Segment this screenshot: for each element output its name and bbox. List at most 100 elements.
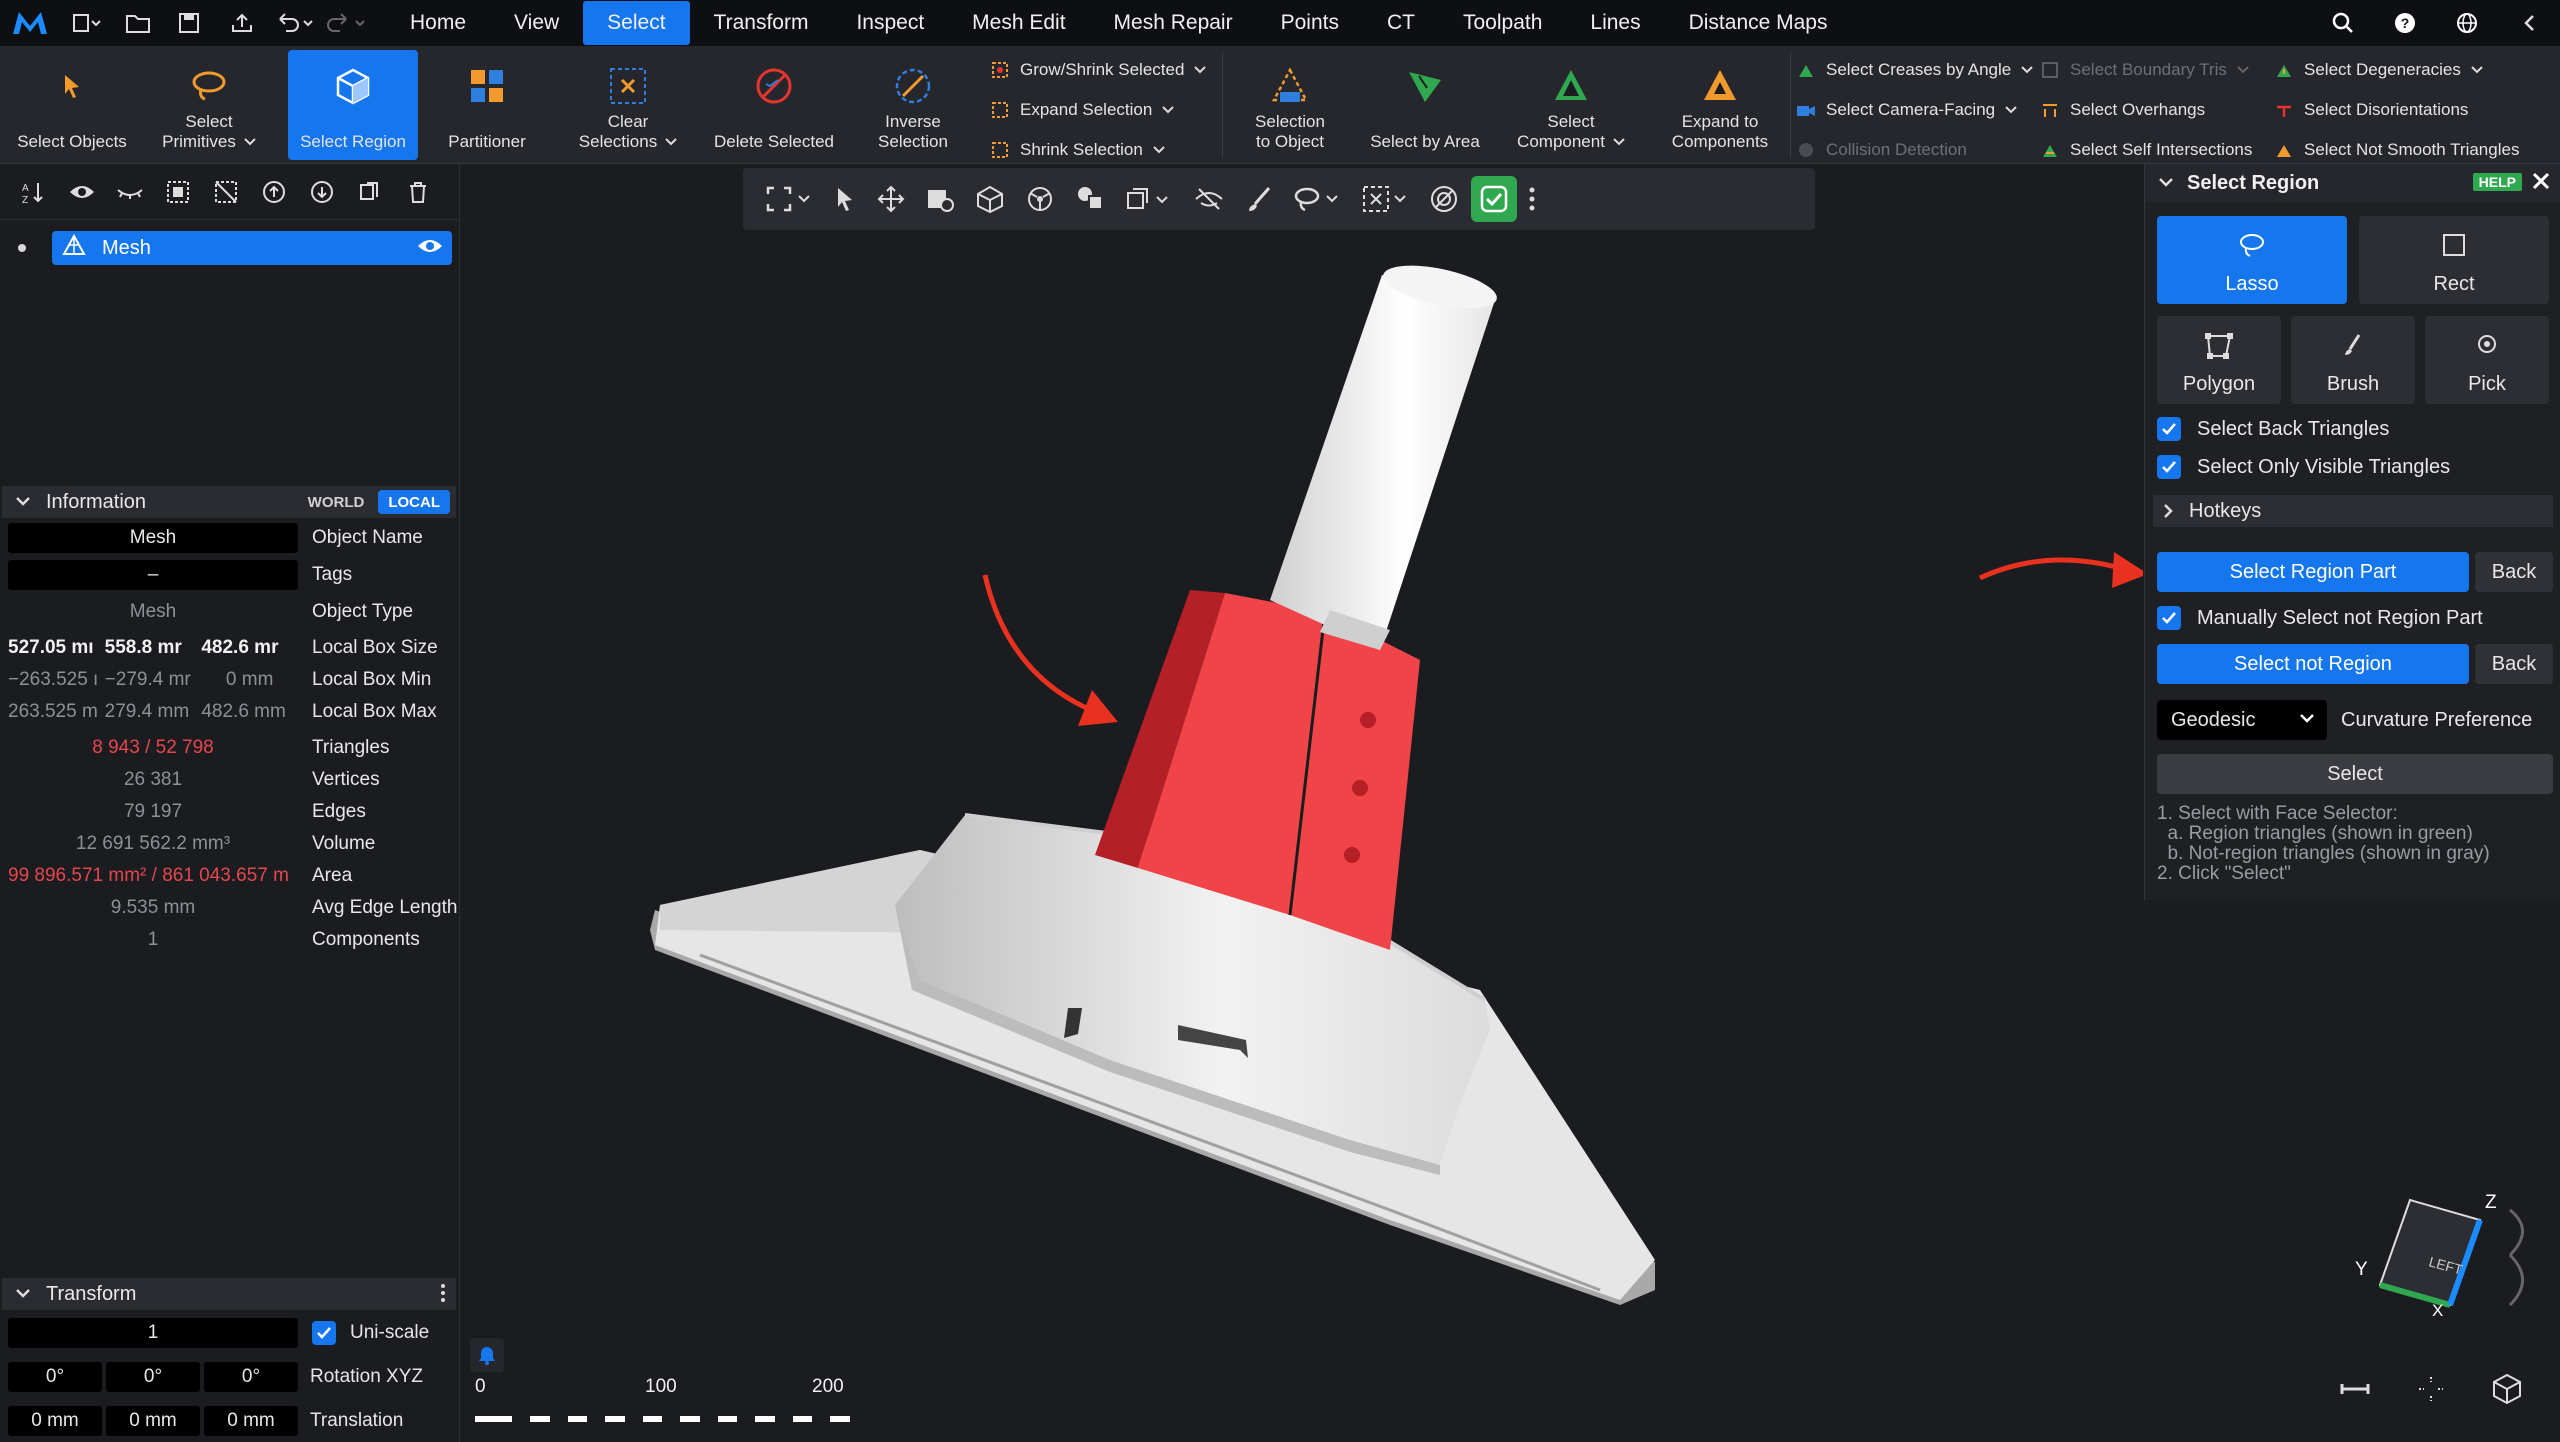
rotation-y-field[interactable]: 0° [106,1362,200,1392]
select-region-part-button[interactable]: Select Region Part [2157,552,2469,592]
select-not-smooth-button[interactable]: Select Not Smooth Triangles [2274,132,2519,168]
close-icon[interactable] [2530,170,2552,198]
select-all-icon[interactable] [156,170,200,214]
select-primitives-button[interactable]: Select Primitives [142,50,276,160]
view-cube-icon[interactable] [2490,1372,2524,1411]
help-button[interactable]: HELP [2472,173,2522,191]
menu-distance-maps[interactable]: Distance Maps [1665,0,1852,46]
selection-to-object-button[interactable]: Selection to Object [1232,50,1348,160]
inverse-selection-button[interactable]: Inverse Selection [852,50,974,160]
expand-selection-button[interactable]: Expand Selection [990,92,1175,128]
clear-selections-button[interactable]: Clear Selections [562,50,694,160]
tags-field[interactable]: – [8,560,298,590]
menu-select[interactable]: Select [583,1,690,45]
duplicate-icon[interactable] [348,170,392,214]
transform-header[interactable]: Transform [2,1278,456,1310]
select-boundary-tris-button[interactable]: Select Boundary Tris [2040,52,2249,88]
chevron-down-icon[interactable] [2159,177,2173,189]
hotkeys-section[interactable]: Hotkeys [2153,495,2553,527]
menu-mesh-edit[interactable]: Mesh Edit [948,0,1089,46]
select-component-button[interactable]: Select Component [1500,50,1642,160]
3d-viewport[interactable] [461,164,2143,1442]
shrink-selection-button[interactable]: Shrink Selection [990,132,1165,168]
select-creases-button[interactable]: Select Creases by Angle [1796,52,2033,88]
select-overhangs-button[interactable]: Select Overhangs [2040,92,2205,128]
mesh-model[interactable] [461,164,2143,1442]
pick-mode-button[interactable]: Pick [2425,316,2549,404]
scale-field[interactable]: 1 [8,1318,298,1348]
undo-icon[interactable] [268,0,320,46]
visible-only-option[interactable]: Select Only Visible Triangles [2157,450,2450,484]
menu-home[interactable]: Home [386,0,490,46]
manual-not-region-checkbox[interactable] [2157,606,2181,630]
delete-selected-button[interactable]: Delete Selected [704,50,844,160]
select-camera-facing-button[interactable]: Select Camera-Facing [1796,92,2017,128]
translation-x-field[interactable]: 0 mm [8,1406,102,1436]
translation-z-field[interactable]: 0 mm [204,1406,298,1436]
trash-icon[interactable] [396,170,440,214]
expand-to-components-button[interactable]: Expand to Components [1656,50,1784,160]
collision-detection-button[interactable]: Collision Detection [1796,132,1967,168]
open-folder-icon[interactable] [112,0,164,46]
back-triangles-checkbox[interactable] [2157,417,2181,441]
back-button[interactable]: Back [2475,552,2553,592]
manual-not-region-option[interactable]: Manually Select not Region Part [2157,601,2483,635]
export-icon[interactable] [216,0,268,46]
select-button[interactable]: Select [2157,754,2553,794]
camera-reset-icon[interactable] [2414,1372,2448,1411]
select-region-button[interactable]: Select Region [288,50,418,160]
search-icon[interactable] [2312,0,2374,46]
rotation-z-field[interactable]: 0° [204,1362,298,1392]
new-file-icon[interactable] [60,0,112,46]
rect-mode-button[interactable]: Rect [2359,216,2549,304]
menu-points[interactable]: Points [1257,0,1363,46]
information-header[interactable]: Information WORLD LOCAL [2,486,456,518]
back-button[interactable]: Back [2475,644,2553,684]
view-cube-gizmo[interactable]: LEFT Z Y X [2300,1170,2540,1330]
visibility-eye-icon[interactable] [416,235,444,263]
menu-toolpath[interactable]: Toolpath [1439,0,1566,46]
move-up-icon[interactable] [252,170,296,214]
world-toggle[interactable]: WORLD [297,490,375,514]
collapse-ribbon-icon[interactable] [2498,0,2560,46]
local-toggle[interactable]: LOCAL [378,490,450,514]
show-all-icon[interactable] [60,170,104,214]
globe-icon[interactable] [2436,0,2498,46]
menu-view[interactable]: View [490,0,583,46]
select-objects-button[interactable]: Select Objects [6,50,138,160]
polygon-mode-button[interactable]: Polygon [2157,316,2281,404]
grow-shrink-selected-button[interactable]: Grow/Shrink Selected [990,52,1207,88]
select-degeneracies-button[interactable]: Select Degeneracies [2274,52,2483,88]
save-icon[interactable] [164,0,216,46]
notification-bell-icon[interactable] [470,1338,504,1372]
object-name-field[interactable]: Mesh [8,523,298,553]
brush-mode-button[interactable]: Brush [2291,316,2415,404]
app-logo-icon[interactable] [0,0,60,46]
select-self-intersections-button[interactable]: Select Self Intersections [2040,132,2252,168]
back-triangles-option[interactable]: Select Back Triangles [2157,412,2389,446]
select-not-region-button[interactable]: Select not Region [2157,644,2469,684]
help-icon[interactable]: ? [2374,0,2436,46]
menu-inspect[interactable]: Inspect [832,0,948,46]
more-options-icon[interactable] [440,1282,446,1310]
select-disorientations-button[interactable]: Select Disorientations [2274,92,2468,128]
menu-mesh-repair[interactable]: Mesh Repair [1090,0,1257,46]
rotation-x-field[interactable]: 0° [8,1362,102,1392]
uniscale-checkbox[interactable] [312,1321,336,1345]
sort-icon[interactable]: AZ [12,170,56,214]
hide-all-icon[interactable] [108,170,152,214]
partitioner-button[interactable]: Partitioner [422,50,552,160]
measure-icon[interactable] [2338,1372,2372,1411]
menu-transform[interactable]: Transform [690,0,833,46]
menu-lines[interactable]: Lines [1566,0,1664,46]
translation-y-field[interactable]: 0 mm [106,1406,200,1436]
visible-only-checkbox[interactable] [2157,455,2181,479]
tree-item-selected[interactable]: Mesh [52,231,452,265]
curvature-dropdown[interactable]: Geodesic [2157,700,2327,740]
redo-icon[interactable] [320,0,372,46]
deselect-all-icon[interactable] [204,170,248,214]
move-down-icon[interactable] [300,170,344,214]
select-by-area-button[interactable]: Select by Area [1360,50,1490,160]
tree-item-mesh[interactable]: Mesh [12,230,452,266]
lasso-mode-button[interactable]: Lasso [2157,216,2347,304]
